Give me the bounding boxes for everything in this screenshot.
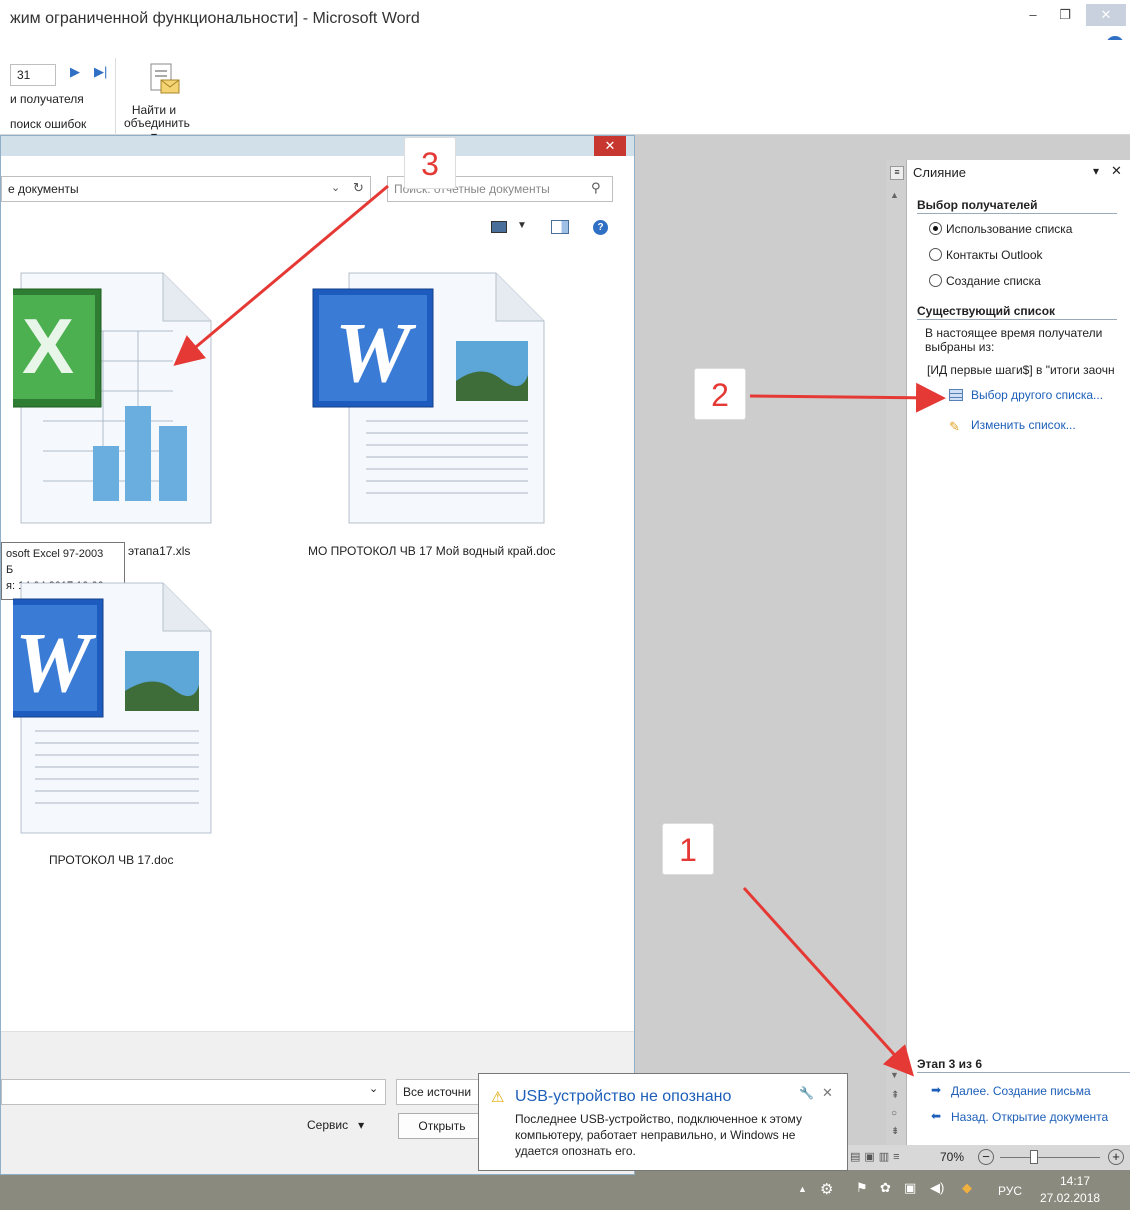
arrow-1	[742, 886, 915, 1077]
arrow-3	[173, 184, 389, 366]
arrow-2	[749, 382, 946, 413]
annotation-arrows	[173, 184, 946, 1077]
